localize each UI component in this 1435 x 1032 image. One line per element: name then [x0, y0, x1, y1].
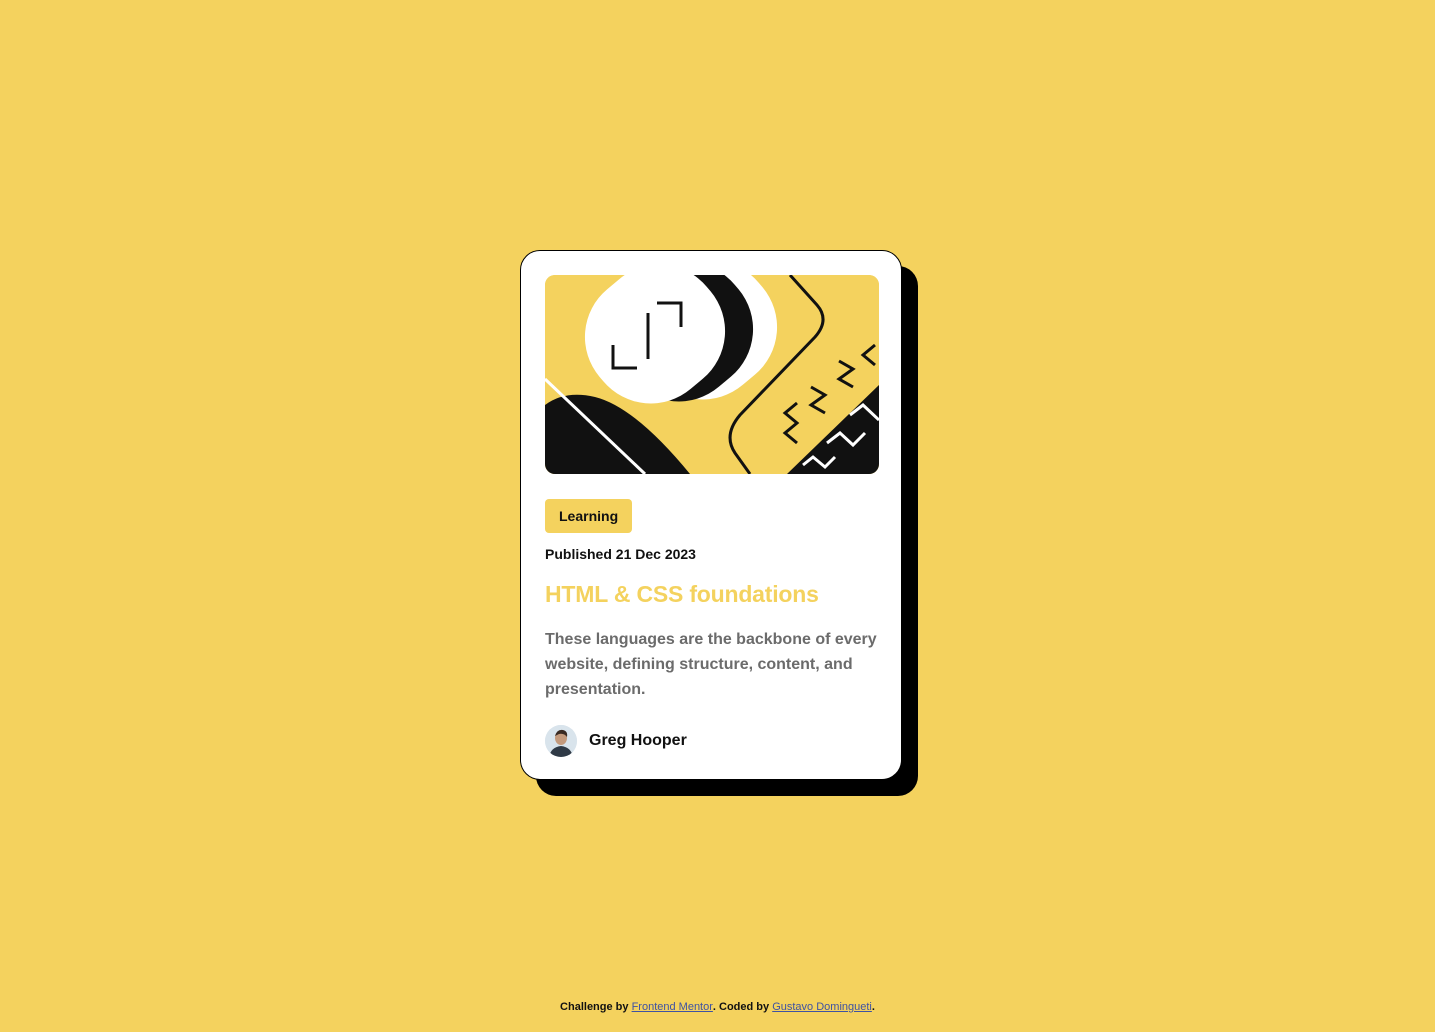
attribution-footer: Challenge by Frontend Mentor. Coded by G…	[0, 1001, 1435, 1013]
frontend-mentor-link[interactable]: Frontend Mentor	[632, 1001, 713, 1013]
author-link[interactable]: Gustavo Domingueti	[772, 1001, 872, 1013]
coded-prefix: . Coded by	[712, 1001, 770, 1013]
category-tag: Learning	[545, 499, 633, 533]
illustration-graphic	[545, 275, 879, 474]
article-illustration	[545, 275, 879, 474]
published-date: Published 21 Dec 2023	[545, 546, 696, 562]
challenge-prefix: Challenge by	[560, 1001, 629, 1013]
article-title[interactable]: HTML & CSS foundations	[545, 581, 819, 608]
author-name: Greg Hooper	[589, 732, 687, 749]
article-description: These languages are the backbone of ever…	[545, 631, 877, 698]
avatar	[545, 725, 577, 757]
author: Greg Hooper	[545, 725, 687, 757]
avatar-image-icon	[545, 725, 577, 757]
footer-suffix: .	[871, 1001, 875, 1013]
blog-preview-card: Learning Published 21 Dec 2023 HTML & CS…	[520, 250, 902, 780]
